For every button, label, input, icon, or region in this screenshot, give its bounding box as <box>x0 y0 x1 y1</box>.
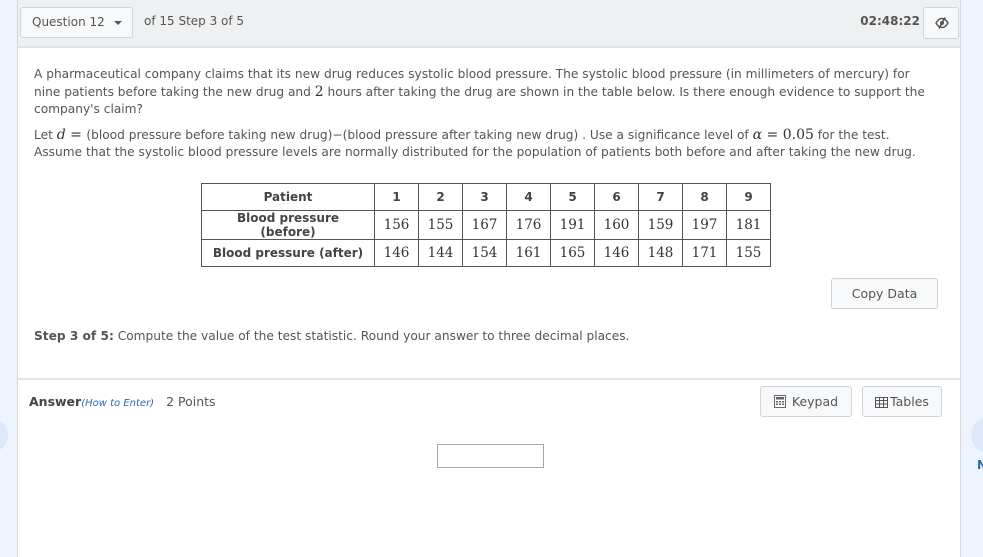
next-nav-button[interactable] <box>971 417 983 453</box>
table-cell: 160 <box>594 210 639 240</box>
eye-slash-icon <box>935 17 949 29</box>
table-row: Blood pressure (before) 156 155 167 176 … <box>201 210 771 240</box>
table-cell: 171 <box>682 239 727 267</box>
section-divider <box>18 378 960 380</box>
row-label: Blood pressure (after) <box>201 239 375 267</box>
table-header-row: Patient 1 2 3 4 5 6 7 8 9 <box>201 183 771 211</box>
blood-pressure-table: Patient 1 2 3 4 5 6 7 8 9 Blood pressure… <box>201 183 771 267</box>
how-to-enter-link[interactable]: (How to Enter) <box>81 398 154 409</box>
table-cell: 155 <box>418 210 463 240</box>
answer-input[interactable] <box>437 444 544 468</box>
table-cell: 176 <box>506 210 551 240</box>
table-header-cell: 5 <box>550 183 595 211</box>
step-label: Step 3 of 5: <box>34 329 114 343</box>
timer: 02:48:22 <box>860 14 920 28</box>
table-grid-icon <box>875 397 889 408</box>
previous-nav-button[interactable] <box>0 417 8 453</box>
next-nav-label[interactable]: N <box>977 458 983 472</box>
keypad-button[interactable]: Keypad <box>760 386 852 417</box>
step-text: Compute the value of the test statistic.… <box>113 329 630 343</box>
table-header-cell: 1 <box>374 183 419 211</box>
keypad-label: Keypad <box>791 394 839 409</box>
table-cell: 159 <box>638 210 683 240</box>
question-progress-text: of 15 Step 3 of 5 <box>144 14 245 28</box>
hide-timer-button[interactable] <box>923 7 959 39</box>
table-cell: 156 <box>374 210 419 240</box>
table-header-cell: 2 <box>418 183 463 211</box>
table-header-cell: 8 <box>682 183 727 211</box>
table-row: Blood pressure (after) 146 144 154 161 1… <box>201 239 771 267</box>
table-header-cell: Patient <box>201 183 375 211</box>
table-cell: 144 <box>418 239 463 267</box>
table-cell: 146 <box>374 239 419 267</box>
question-select-label: Question 12 <box>32 15 105 29</box>
tables-button[interactable]: Tables <box>862 386 942 417</box>
step-instruction: Step 3 of 5: Compute the value of the te… <box>34 329 629 343</box>
chevron-down-icon <box>114 21 122 25</box>
table-cell: 161 <box>506 239 551 267</box>
table-cell: 197 <box>682 210 727 240</box>
row-label: Blood pressure (before) <box>201 210 375 240</box>
table-cell: 191 <box>550 210 595 240</box>
table-header-cell: 9 <box>726 183 771 211</box>
table-cell: 148 <box>638 239 683 267</box>
table-cell: 155 <box>726 239 771 267</box>
question-paragraph-3: Assume that the systolic blood pressure … <box>34 145 916 159</box>
question-paragraph-2: Let d = (blood pressure before taking ne… <box>34 126 890 143</box>
table-cell: 154 <box>462 239 507 267</box>
question-text: A pharmaceutical company claims that its… <box>34 66 939 162</box>
table-header-cell: 3 <box>462 183 507 211</box>
table-cell: 165 <box>550 239 595 267</box>
tables-label: Tables <box>890 394 929 409</box>
table-header-cell: 6 <box>594 183 639 211</box>
answer-header: Answer(How to Enter) 2 Points <box>29 394 216 409</box>
question-paragraph-1: A pharmaceutical company claims that its… <box>34 67 925 116</box>
copy-data-button[interactable]: Copy Data <box>831 278 938 309</box>
table-header-cell: 4 <box>506 183 551 211</box>
question-header-bar: Question 12 of 15 Step 3 of 5 02:48:22 <box>18 0 960 48</box>
question-panel: Question 12 of 15 Step 3 of 5 02:48:22 A… <box>17 0 961 557</box>
points-label: 2 Points <box>166 394 216 409</box>
answer-label: Answer <box>29 394 82 409</box>
table-cell: 146 <box>594 239 639 267</box>
calculator-icon <box>773 395 786 408</box>
question-select-dropdown[interactable]: Question 12 <box>20 7 133 38</box>
table-cell: 167 <box>462 210 507 240</box>
table-header-cell: 7 <box>638 183 683 211</box>
table-cell: 181 <box>726 210 771 240</box>
